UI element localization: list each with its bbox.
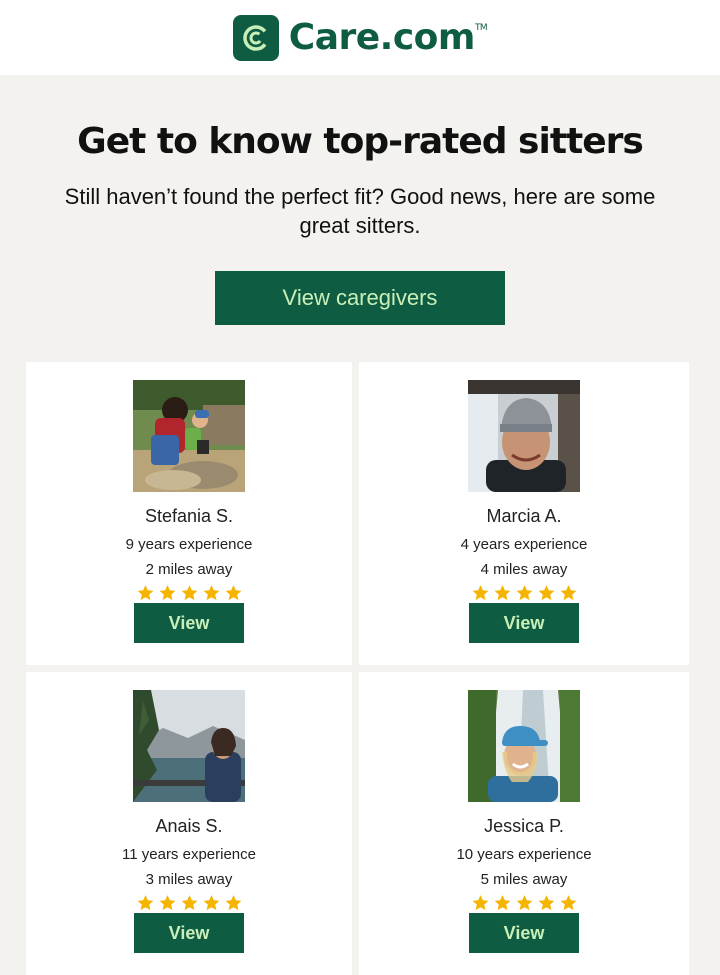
star-icon bbox=[181, 585, 197, 601]
star-icon bbox=[225, 585, 241, 601]
caregiver-card: Stefania S. 9 years experience 2 miles a… bbox=[26, 362, 352, 665]
trademark-mark: TM bbox=[474, 23, 488, 33]
star-icon bbox=[181, 895, 197, 911]
caregiver-card: Marcia A. 4 years experience 4 miles awa… bbox=[359, 362, 689, 665]
rating-stars bbox=[136, 584, 243, 602]
caregiver-name[interactable]: Anais S. bbox=[155, 816, 222, 837]
page-title: Get to know top-rated sitters bbox=[77, 121, 644, 162]
star-icon bbox=[137, 585, 153, 601]
star-icon bbox=[516, 895, 532, 911]
care-logo[interactable]: Care.comTM bbox=[232, 14, 488, 61]
star-icon bbox=[472, 585, 488, 601]
caregiver-distance: 3 miles away bbox=[145, 871, 233, 888]
caregiver-name[interactable]: Marcia A. bbox=[486, 506, 561, 527]
view-profile-button[interactable]: View bbox=[469, 913, 579, 953]
star-icon bbox=[159, 895, 175, 911]
star-icon bbox=[560, 895, 576, 911]
caregiver-distance: 2 miles away bbox=[145, 561, 233, 578]
star-icon bbox=[516, 585, 532, 601]
star-icon bbox=[137, 895, 153, 911]
waterfall-cap-photo[interactable] bbox=[468, 690, 580, 802]
caregiver-experience: 10 years experience bbox=[456, 846, 592, 863]
beanie-portrait-photo[interactable] bbox=[468, 380, 580, 492]
star-icon bbox=[472, 895, 488, 911]
star-icon bbox=[225, 895, 241, 911]
caregiver-experience: 4 years experience bbox=[460, 536, 588, 553]
hero-section: Get to know top-rated sitters Still have… bbox=[0, 75, 720, 325]
caregiver-name[interactable]: Stefania S. bbox=[145, 506, 233, 527]
star-icon bbox=[560, 585, 576, 601]
care-logo-icon bbox=[232, 14, 279, 61]
view-profile-button[interactable]: View bbox=[134, 603, 244, 643]
star-icon bbox=[494, 585, 510, 601]
rating-stars bbox=[471, 584, 578, 602]
outdoor-rocks-photo[interactable] bbox=[133, 380, 245, 492]
header: Care.comTM bbox=[0, 0, 720, 75]
caregiver-experience: 9 years experience bbox=[125, 536, 253, 553]
star-icon bbox=[538, 585, 554, 601]
rating-stars bbox=[136, 894, 243, 912]
hero-subtitle: Still haven’t found the perfect fit? Goo… bbox=[64, 184, 656, 238]
star-icon bbox=[494, 895, 510, 911]
caregiver-name[interactable]: Jessica P. bbox=[484, 816, 564, 837]
star-icon bbox=[538, 895, 554, 911]
view-profile-button[interactable]: View bbox=[469, 603, 579, 643]
view-profile-button[interactable]: View bbox=[134, 913, 244, 953]
caregiver-distance: 5 miles away bbox=[480, 871, 568, 888]
star-icon bbox=[203, 585, 219, 601]
star-icon bbox=[159, 585, 175, 601]
star-icon bbox=[203, 895, 219, 911]
caregiver-experience: 11 years experience bbox=[122, 846, 256, 863]
brand-name: Care.comTM bbox=[288, 17, 488, 58]
caregiver-grid: Stefania S. 9 years experience 2 miles a… bbox=[26, 362, 689, 975]
caregiver-distance: 4 miles away bbox=[480, 561, 568, 578]
rating-stars bbox=[471, 894, 578, 912]
lake-forest-photo[interactable] bbox=[133, 690, 245, 802]
caregiver-card: Anais S. 11 years experience 3 miles awa… bbox=[26, 672, 352, 975]
caregiver-card: Jessica P. 10 years experience 5 miles a… bbox=[359, 672, 689, 975]
view-caregivers-button[interactable]: View caregivers bbox=[215, 271, 505, 325]
